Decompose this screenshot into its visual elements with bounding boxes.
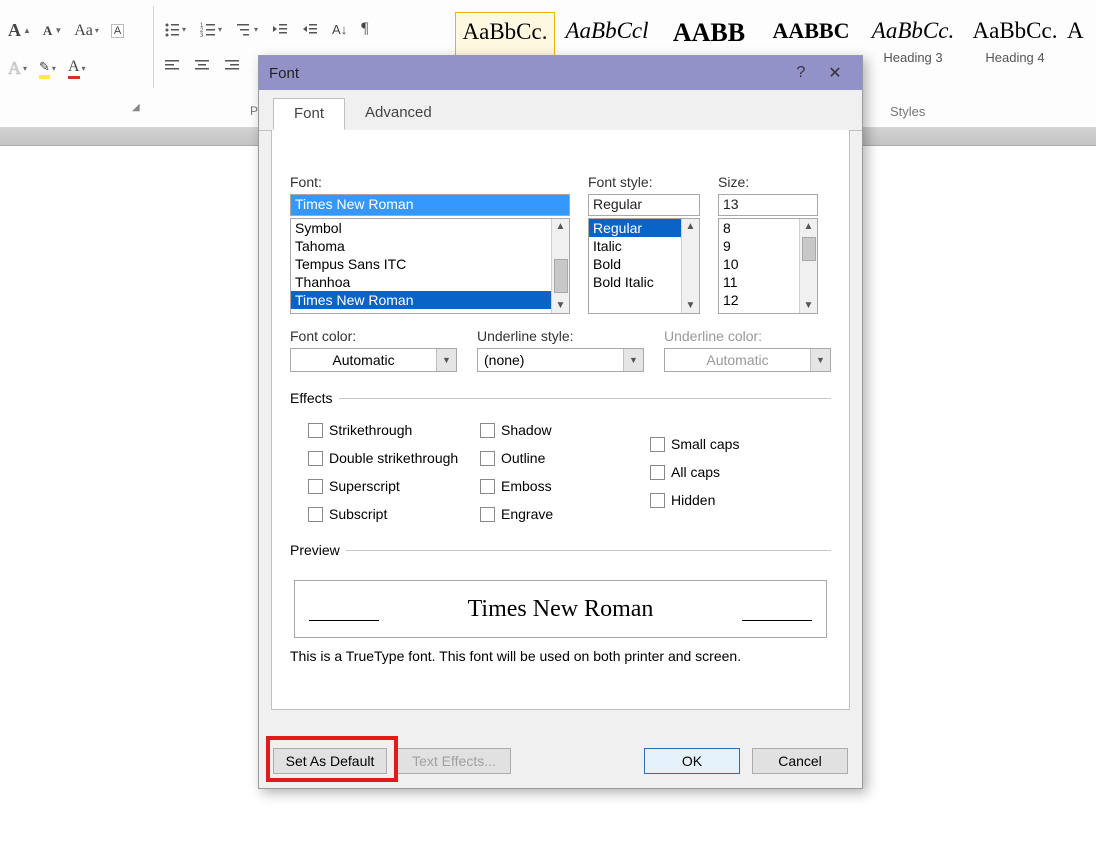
emboss-checkbox[interactable]: Emboss [480,472,650,500]
scroll-down-icon[interactable]: ▼ [556,298,566,313]
scroll-thumb[interactable] [554,259,568,293]
style-input[interactable]: Regular [588,194,700,216]
highlight-button[interactable]: ✎▾ [35,57,60,81]
multilevel-list-button[interactable]: ▾ [232,18,262,40]
font-list-item[interactable]: Thanhoa [291,273,569,291]
underline-color-label: Underline color: [664,328,831,344]
smallcaps-checkbox[interactable]: Small caps [650,430,800,458]
scroll-down-icon[interactable]: ▼ [804,298,814,313]
align-left-button[interactable] [160,56,184,74]
subscript-checkbox[interactable]: Subscript [308,500,480,528]
scroll-down-icon[interactable]: ▼ [686,298,696,313]
svg-text:3: 3 [200,33,204,37]
underline-color-combo: Automatic▼ [664,348,831,372]
strikethrough-checkbox[interactable]: Strikethrough [308,416,480,444]
shrink-font-button[interactable]: A▼ [39,21,66,41]
underline-style-label: Underline style: [477,328,644,344]
scroll-up-icon[interactable]: ▲ [556,219,566,234]
style-item-4[interactable]: AaBbCc. Heading 3 [863,12,963,90]
ok-button[interactable]: OK [644,748,740,774]
font-color-label: Font color: [290,328,457,344]
styles-group-label: Styles [890,104,925,119]
preview-sample: Times New Roman [468,596,654,623]
scroll-up-icon[interactable]: ▲ [804,219,814,234]
style-listbox[interactable]: Regular Italic Bold Bold Italic ▲ ▼ [588,218,700,314]
style-item-6[interactable]: A [1067,12,1096,90]
preview-legend: Preview [290,542,346,558]
size-input[interactable]: 13 [718,194,818,216]
grow-font-button[interactable]: A▲ [4,18,35,43]
underline-style-combo[interactable]: (none)▼ [477,348,644,372]
font-list-item[interactable]: Tahoma [291,237,569,255]
text-effects-button[interactable]: A▾ [4,56,31,81]
change-case-button[interactable]: Aa▾ [70,20,103,42]
font-color-button[interactable]: A▾ [64,56,90,81]
chevron-down-icon: ▼ [623,349,643,371]
preview-box: Times New Roman [294,580,827,638]
size-label: Size: [718,174,818,190]
align-right-button[interactable] [220,56,244,74]
tab-font[interactable]: Font [273,98,345,130]
close-button[interactable]: ✕ [818,63,852,83]
chevron-down-icon: ▼ [436,349,456,371]
font-label: Font: [290,174,570,190]
superscript-checkbox[interactable]: Superscript [308,472,480,500]
tab-advanced[interactable]: Advanced [345,98,452,130]
titlebar[interactable]: Font ? ✕ [259,56,862,90]
paragraph-group-label: P [250,104,258,118]
tabbar: Font Advanced [259,98,862,131]
font-description: This is a TrueType font. This font will … [290,648,831,664]
bullets-button[interactable]: ▾ [160,18,190,40]
numbering-button[interactable]: 123▾ [196,18,226,40]
scrollbar[interactable]: ▲ ▼ [799,219,817,313]
align-center-button[interactable] [190,56,214,74]
size-listbox[interactable]: 8 9 10 11 12 ▲ ▼ [718,218,818,314]
set-as-default-button[interactable]: Set As Default [273,748,387,774]
cancel-button[interactable]: Cancel [752,748,848,774]
sort-button[interactable]: A↓ [328,18,351,40]
engrave-checkbox[interactable]: Engrave [480,500,650,528]
scroll-up-icon[interactable]: ▲ [686,219,696,234]
chevron-down-icon: ▼ [810,349,830,371]
font-input[interactable]: Times New Roman [290,194,570,216]
scrollbar[interactable]: ▲ ▼ [551,219,569,313]
allcaps-checkbox[interactable]: All caps [650,458,800,486]
dialog-buttons: Set As Default Text Effects... OK Cancel [259,734,862,788]
hidden-checkbox[interactable]: Hidden [650,486,800,514]
font-list-item[interactable]: Times New Roman [291,291,569,309]
font-group-launcher-icon[interactable]: ◢ [132,102,140,113]
show-marks-button[interactable]: ¶ [357,18,372,40]
shadow-checkbox[interactable]: Shadow [480,416,650,444]
decrease-indent-button[interactable] [268,18,292,40]
scrollbar[interactable]: ▲ ▼ [681,219,699,313]
font-listbox[interactable]: Symbol Tahoma Tempus Sans ITC Thanhoa Ti… [290,218,570,314]
outline-checkbox[interactable]: Outline [480,444,650,472]
font-list-item[interactable]: Tempus Sans ITC [291,255,569,273]
dialog-title: Font [269,65,784,82]
style-item-5[interactable]: AaBbCc. Heading 4 [965,12,1065,90]
font-list-item[interactable]: Symbol [291,219,569,237]
help-button[interactable]: ? [784,64,818,82]
font-panel: Font: Times New Roman Symbol Tahoma Temp… [271,130,850,710]
font-dialog: Font ? ✕ Font Advanced Font: Times New R… [258,55,863,789]
text-effects-button: Text Effects... [397,748,511,774]
style-label: Font style: [588,174,700,190]
effects-legend: Effects [290,390,339,406]
clear-formatting-button[interactable]: A [107,22,128,40]
scroll-thumb[interactable] [802,237,816,261]
font-color-combo[interactable]: Automatic▼ [290,348,457,372]
double-strikethrough-checkbox[interactable]: Double strikethrough [308,444,480,472]
increase-indent-button[interactable] [298,18,322,40]
